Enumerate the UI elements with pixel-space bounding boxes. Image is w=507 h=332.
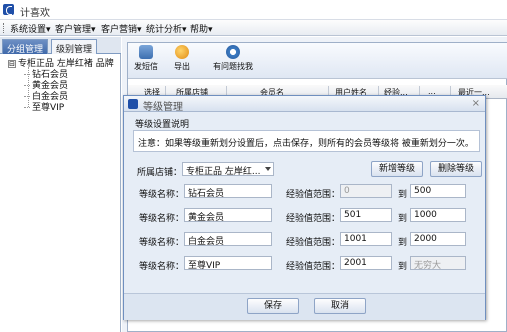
add-level-button[interactable]: 新增等级 — [371, 161, 423, 177]
range-from-field[interactable]: 2001 — [340, 256, 392, 270]
to-label: 到 — [398, 238, 408, 248]
menu-grip-icon — [3, 23, 6, 33]
delete-level-button[interactable]: 删除等级 — [430, 161, 482, 177]
level-name-field[interactable]: 白金会员 — [184, 232, 272, 246]
dialog-footer: 保存 取消 — [124, 293, 485, 320]
menu-customer-management[interactable]: 客户管理▾ — [55, 22, 96, 35]
to-label: 到 — [398, 190, 408, 200]
left-pane: 分组管理 级别管理 ⊟ 专柜正品 左岸红褚 品牌 钻石会员 黄金会员 白金会员 至… — [0, 37, 121, 332]
range-from-field[interactable]: 501 — [340, 208, 392, 222]
to-label: 到 — [398, 262, 408, 272]
export-button[interactable]: 导出 — [174, 45, 190, 72]
note-text: 注意：如果等级重新划分设置后，点击保存，则所有的会员等级将 被重新划分一次。 — [138, 139, 474, 149]
level-name-label: 等级名称： — [139, 238, 185, 248]
range-from-field: 0 — [340, 184, 392, 198]
level-name-label: 等级名称： — [139, 190, 185, 200]
dialog-title-bar[interactable]: 等级管理 × — [124, 96, 485, 113]
level-management-dialog: 等级管理 × 等级设置说明 注意：如果等级重新划分设置后，点击保存，则所有的会员… — [123, 95, 486, 320]
store-label: 所属店铺： — [137, 168, 183, 178]
close-icon[interactable]: × — [472, 98, 480, 109]
range-label: 经验值范围： — [286, 262, 341, 272]
collapse-icon[interactable]: ⊟ — [8, 59, 16, 68]
save-button[interactable]: 保存 — [247, 298, 299, 314]
dialog-title: 等级管理 — [143, 102, 183, 113]
range-label: 经验值范围： — [286, 190, 341, 200]
menu-help[interactable]: 帮助▾ — [190, 22, 213, 35]
level-name-field[interactable]: 钻石会员 — [184, 184, 272, 198]
send-sms-button[interactable]: 发短信 — [134, 45, 158, 72]
dialog-app-icon — [128, 99, 138, 109]
level-name-field[interactable]: 黄金会员 — [184, 208, 272, 222]
toolbar: 发短信 导出 有问题找我 — [128, 43, 507, 79]
note-box: 注意：如果等级重新划分设置后，点击保存，则所有的会员等级将 被重新划分一次。 — [133, 130, 480, 152]
help-button[interactable]: 有问题找我 — [213, 45, 253, 72]
cancel-button[interactable]: 取消 — [314, 298, 366, 314]
level-name-label: 等级名称： — [139, 262, 185, 272]
range-label: 经验值范围： — [286, 238, 341, 248]
title-bar: 计喜欢 — [0, 0, 507, 20]
range-from-field[interactable]: 1001 — [340, 232, 392, 246]
section-title: 等级设置说明 — [135, 120, 190, 130]
level-name-field[interactable]: 至尊VIP — [184, 256, 272, 270]
app-logo-icon — [3, 4, 14, 15]
store-select[interactable]: 专柜正品 左岸红... — [182, 162, 274, 176]
app-title: 计喜欢 — [20, 8, 50, 19]
range-to-field[interactable]: 2000 — [410, 232, 466, 246]
range-to-field[interactable]: 500 — [410, 184, 466, 198]
range-to-field: 无穷大 — [410, 256, 466, 270]
tab-level-management[interactable]: 级别管理 — [51, 39, 98, 55]
range-to-field[interactable]: 1000 — [410, 208, 466, 222]
range-label: 经验值范围： — [286, 214, 341, 224]
menu-customer-marketing[interactable]: 客户营销▾ — [101, 22, 142, 35]
menu-statistics[interactable]: 统计分析▾ — [146, 22, 187, 35]
help-icon — [226, 45, 240, 59]
level-name-label: 等级名称： — [139, 214, 185, 224]
tab-group-management[interactable]: 分组管理 — [2, 39, 49, 55]
menu-bar: 系统设置▾ 客户管理▾ 客户营销▾ 统计分析▾ 帮助▾ — [0, 20, 507, 36]
export-icon — [175, 45, 189, 59]
tree-item-vip[interactable]: 至尊VIP — [24, 100, 64, 113]
menu-system-settings[interactable]: 系统设置▾ — [10, 22, 51, 35]
dropdown-arrow-icon — [265, 167, 271, 171]
left-tabs: 分组管理 级别管理 — [0, 37, 121, 55]
message-icon — [139, 45, 153, 59]
to-label: 到 — [398, 214, 408, 224]
